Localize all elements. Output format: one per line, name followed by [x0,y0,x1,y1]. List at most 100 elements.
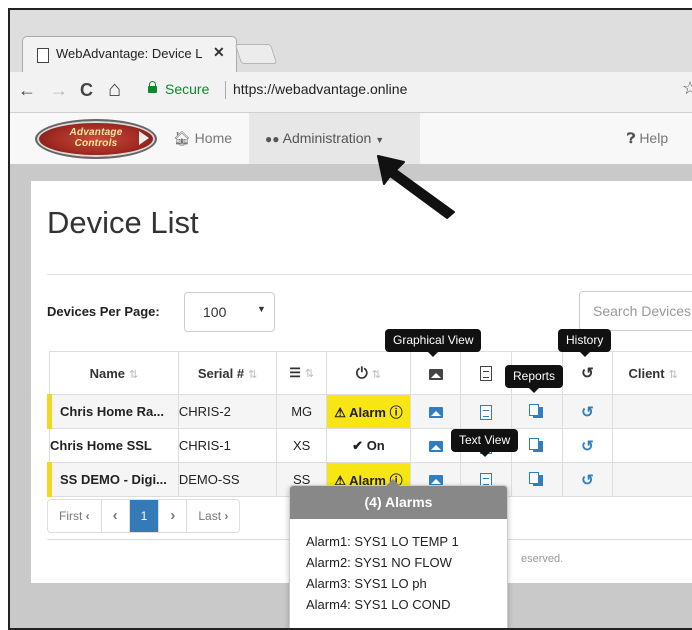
device-serial: DEMO-SS [178,463,276,497]
nav-administration-label: ●● Administration ▼ [265,113,384,166]
nav-help[interactable]: ❓︎ Help [627,113,668,164]
table-row[interactable]: Chris Home Ra... CHRIS-2 MG ⚠ Alarm ⓘ ↺ [50,395,692,429]
device-name[interactable]: Chris Home Ra... [50,395,179,429]
reports-cell [512,395,563,429]
prev-page-button[interactable]: ‹ [102,500,130,532]
devices-per-page-label: Devices Per Page: [47,304,160,319]
graphical-view-cell [410,395,461,429]
column-client-label: Client [628,366,664,381]
column-history: ↺ [562,352,613,395]
sort-icon[interactable]: ⇅ [305,368,314,380]
history-cell: ↺ [562,395,613,429]
reports-icon[interactable] [533,441,543,452]
client-cell [613,463,692,497]
pointer-arrow-icon [374,152,460,222]
device-serial: CHRIS-2 [178,395,276,429]
reports-cell [512,463,563,497]
advantage-controls-logo[interactable]: Advantage Controls [35,119,157,159]
home-icon[interactable]: ⌂ [108,76,121,102]
screenshot-frame: WebAdvantage: Device L ✕ ← → C ⌂ Secure … [8,8,692,630]
alarm-item: Alarm4: SYS1 LO COND [306,594,507,615]
search-placeholder: Search Devices [593,303,691,319]
status-alarm-badge[interactable]: ⚠ Alarm ⓘ [327,395,411,429]
table-row[interactable]: Chris Home SSL CHRIS-1 XS ✔ On ↺ [50,429,692,463]
logo-text-line-2: Controls [75,138,118,149]
table-header-row: Name⇅ Serial #⇅ ☰⇅ ⏻⇅ ↺ Client⇅ [50,352,692,395]
popover-caret [386,479,400,486]
column-status[interactable]: ⏻⇅ [327,352,411,395]
checkmark-icon: ✔ [352,438,363,453]
graphical-view-icon[interactable] [429,407,443,418]
alarm-item: Alarm2: SYS1 NO FLOW [306,552,507,573]
browser-tab[interactable]: WebAdvantage: Device L ✕ [22,36,237,73]
client-cell [613,429,692,463]
footer-text: eserved. [521,553,563,565]
bookmark-star-icon[interactable]: ☆ [682,78,692,99]
pagination: First ‹ ‹ 1 › Last › [47,499,240,533]
sort-icon[interactable]: ⇅ [248,369,257,381]
device-table: Name⇅ Serial #⇅ ☰⇅ ⏻⇅ ↺ Client⇅ Chris Ho… [47,351,692,497]
forward-icon[interactable]: → [50,80,68,101]
last-page-button[interactable]: Last › [187,500,239,532]
last-label: Last [198,509,221,523]
logo-text-line-1: Advantage [70,127,123,138]
history-icon[interactable]: ↺ [581,404,594,421]
document-icon [480,366,492,381]
status-on-badge[interactable]: ✔ On [327,429,411,463]
history-icon[interactable]: ↺ [581,438,594,455]
new-tab-button[interactable] [235,44,277,64]
sort-icon[interactable]: ⇅ [372,369,381,381]
reports-icon[interactable] [533,475,543,486]
tooltip-history: History [558,329,611,352]
caret-down-icon: ▼ [375,135,384,145]
back-icon[interactable]: ← [18,80,36,101]
logo-text: Advantage Controls [37,127,155,149]
title-divider [47,274,692,275]
page-button-current[interactable]: 1 [130,500,160,532]
device-name[interactable]: SS DEMO - Digi... [50,463,179,497]
device-name[interactable]: Chris Home SSL [50,429,179,463]
status-text: Alarm [349,405,386,420]
page-icon [37,48,49,63]
graphical-view-icon[interactable] [429,441,443,452]
device-serial: CHRIS-1 [178,429,276,463]
column-name-label: Name [90,366,125,381]
alarm-item: Alarm3: SYS1 LO ph [306,573,507,594]
lock-icon [148,86,157,93]
house-icon: 🏠︎ [173,130,191,146]
column-serial[interactable]: Serial #⇅ [178,352,276,395]
next-page-button[interactable]: › [159,500,187,532]
tooltip-graphical-view: Graphical View [385,329,481,352]
logo-arrow [139,131,149,145]
address-divider [225,81,226,99]
nav-help-label: Help [639,130,668,146]
text-view-icon[interactable] [480,405,492,420]
history-cell: ↺ [562,429,613,463]
column-name[interactable]: Name ⇅ [50,352,179,395]
client-cell [613,395,692,429]
first-page-button[interactable]: First ‹ [48,500,102,532]
caret-down-icon: ▼ [257,304,266,314]
chevron-left-icon: ‹ [86,509,90,523]
sort-icon[interactable]: ⇅ [129,369,138,381]
sort-icon[interactable]: ⇅ [669,369,678,381]
alarm-list: Alarm1: SYS1 LO TEMP 1 Alarm2: SYS1 NO F… [290,519,507,615]
nav-home[interactable]: 🏠︎ Home [173,113,232,164]
url-field[interactable]: https://webadvantage.online [233,81,407,97]
device-type-icon: ☰ [289,365,301,380]
alarms-popover-title: (4) Alarms [290,486,507,519]
column-client[interactable]: Client ⇅ [613,352,692,395]
search-input[interactable]: Search Devices [579,291,692,331]
text-view-cell [461,395,512,429]
alarms-popover: (4) Alarms Alarm1: SYS1 LO TEMP 1 Alarm2… [289,485,508,630]
close-tab-icon[interactable]: ✕ [213,44,225,61]
history-icon[interactable]: ↺ [581,472,594,489]
devices-per-page-select[interactable]: 100 ▼ [184,292,275,332]
column-type[interactable]: ☰⇅ [277,352,327,395]
reload-icon[interactable]: C [80,80,93,101]
device-type: XS [277,429,327,463]
reports-icon[interactable] [533,407,543,418]
reports-cell [512,429,563,463]
image-icon [429,369,443,380]
page-title: Device List [47,205,199,241]
